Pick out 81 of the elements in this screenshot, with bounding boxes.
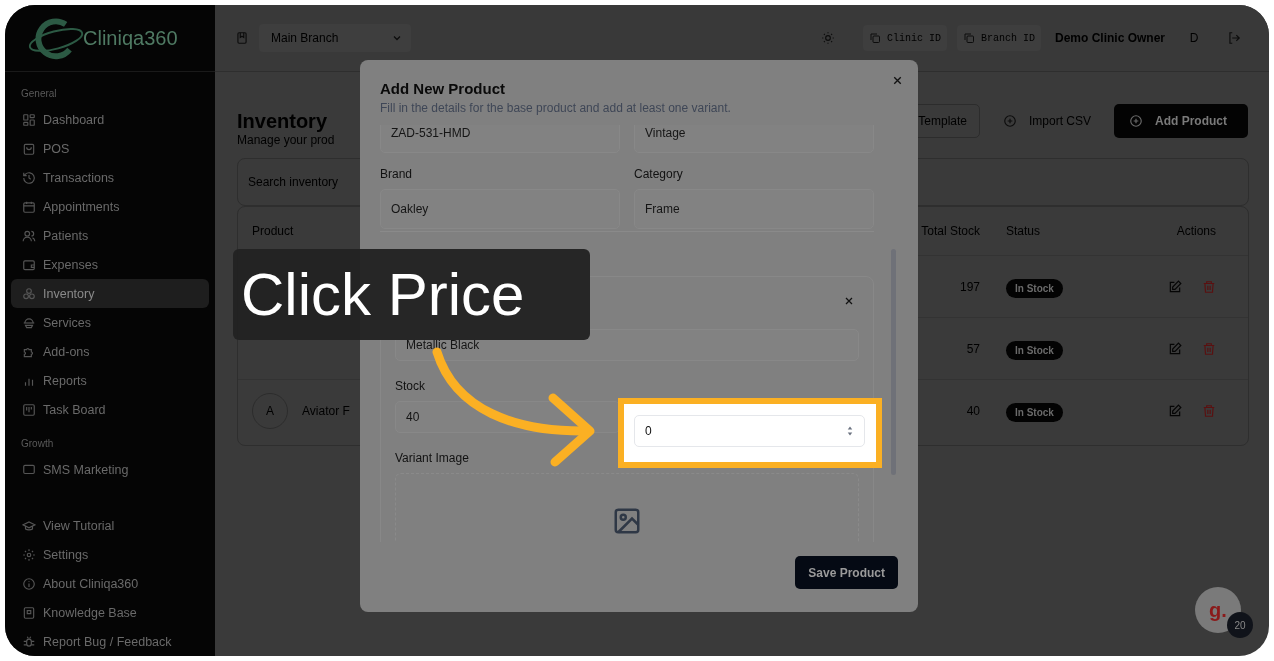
tooltip: Click Price (233, 249, 590, 340)
table-cell-text: 40 (965, 403, 981, 418)
branch-id-button[interactable]: Branch ID (956, 25, 1041, 51)
graduation-cap-icon (22, 518, 36, 533)
logout-icon[interactable] (1227, 31, 1241, 45)
table-cell-text: 57 (965, 341, 981, 356)
sidebar-item[interactable]: Report Bug / Feedback (11, 627, 209, 656)
status-badge: In Stock (1006, 340, 1063, 360)
page-title: Inventory (237, 109, 329, 133)
close-icon[interactable] (843, 295, 855, 307)
sidebar-item[interactable]: Patients (11, 221, 209, 250)
sidebar-item[interactable]: Appointments (11, 192, 209, 221)
field-label: Variant Image (395, 451, 470, 465)
wallet-icon (22, 257, 36, 272)
page-subtitle: Manage your prod (237, 132, 335, 147)
sidebar-item[interactable]: Settings (11, 540, 209, 569)
grid-icon (22, 112, 36, 127)
board-icon (22, 402, 36, 417)
dialog-title: Add New Product (380, 80, 506, 97)
sidebar-item[interactable]: View Tutorial (11, 511, 209, 540)
column-header: Total Stock (920, 224, 981, 238)
sidebar-item[interactable]: Services (11, 308, 209, 337)
trash-icon[interactable] (1202, 403, 1216, 418)
edit-icon[interactable] (1168, 341, 1182, 356)
sidebar-item[interactable]: Expenses (11, 250, 209, 279)
bag-icon (22, 141, 36, 156)
table-cell: Aviator F (302, 403, 350, 418)
info-icon (22, 576, 36, 591)
field-label: Category (634, 167, 684, 181)
logo-text: Cliniqa360 (83, 26, 178, 50)
calendar-icon (22, 199, 36, 214)
input-field[interactable]: Vintage (634, 125, 874, 153)
dialog-subtitle: Fill in the details for the base product and add at least one variant. (380, 101, 732, 115)
sidebar-item[interactable]: Task Board (11, 395, 209, 424)
sun-icon[interactable] (820, 31, 835, 45)
sidebar-item[interactable]: Inventory (11, 279, 209, 308)
status-badge: In Stock (1006, 278, 1063, 298)
branch-select[interactable]: Main Branch (259, 24, 411, 52)
edit-icon[interactable] (1168, 403, 1182, 418)
copy-icon (868, 32, 881, 44)
copy-icon (962, 32, 975, 44)
image-icon (612, 506, 642, 536)
user-name: Demo Clinic Owner (1054, 31, 1165, 45)
sidebar-item[interactable]: Transactions (11, 163, 209, 192)
plus-circle-icon (1003, 114, 1017, 128)
sidebar-item[interactable]: About Cliniqa360 (11, 569, 209, 598)
status-badge: In Stock (1006, 402, 1063, 422)
edit-icon[interactable] (1168, 279, 1182, 294)
table-cell-text: 197 (958, 279, 981, 294)
logo-icon (27, 16, 85, 60)
bug-icon (22, 634, 36, 649)
users-icon (22, 228, 36, 243)
field-label: Stock (395, 379, 426, 393)
input-field[interactable]: ZAD-531-HMD (380, 125, 620, 153)
column-header: Status (1006, 224, 1042, 238)
plus-circle-icon (1129, 114, 1143, 128)
trash-icon[interactable] (1202, 341, 1216, 356)
add-product-button[interactable]: Add Product (1114, 104, 1248, 138)
save-product-button[interactable]: Save Product (795, 556, 898, 589)
section-heading: Growth (20, 438, 55, 449)
boxes-icon (22, 286, 36, 301)
sidebar-item[interactable]: Knowledge Base (11, 598, 209, 627)
column-header: Actions (1175, 224, 1216, 238)
clinic-id-button[interactable]: Clinic ID (862, 25, 947, 51)
settings-icon (22, 547, 36, 562)
spinner-icon[interactable] (846, 425, 854, 437)
trash-icon[interactable] (1202, 279, 1216, 294)
section-heading: General (20, 88, 58, 99)
sidebar-item[interactable]: SMS Marketing (11, 455, 209, 484)
notification-badge: 20 (1227, 612, 1253, 638)
close-icon[interactable] (891, 74, 904, 87)
price-field[interactable]: 0 (634, 415, 865, 447)
sidebar-item[interactable]: Add-ons (11, 337, 209, 366)
input-field[interactable]: Oakley (380, 189, 620, 229)
field-label: Brand (380, 167, 414, 181)
history-icon (22, 170, 36, 185)
column-header: Product (252, 224, 295, 238)
sidebar-item[interactable]: Reports (11, 366, 209, 395)
sidebar-item[interactable]: POS (11, 134, 209, 163)
input-field[interactable]: Frame (634, 189, 874, 229)
sidebar-item[interactable]: Dashboard (11, 105, 209, 134)
